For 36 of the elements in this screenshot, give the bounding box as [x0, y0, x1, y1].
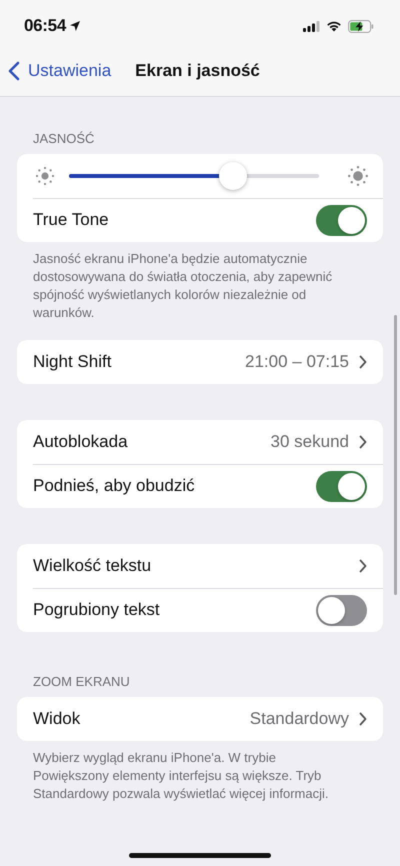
settings-row[interactable]: Autoblokada 30 sekund: [17, 420, 383, 464]
chevron-icon: [359, 355, 367, 369]
back-button[interactable]: Ustawienia: [8, 61, 112, 81]
bright-sun-icon: [347, 165, 369, 187]
settings-row[interactable]: Wielkość tekstu: [17, 544, 383, 588]
location-arrow-icon: [68, 20, 81, 32]
section-header: JASNOŚĆ: [32, 130, 96, 148]
section-header: ZOOM EKRANU: [32, 673, 131, 691]
section-footer: Jasność ekranu iPhone'a będzie automatycznie dostosowywana do światła otoczenia, aby zapewnić spójność wyświetlanych kolorów niezależnie od warunków.: [17, 242, 383, 322]
row-label: Widok: [33, 709, 80, 729]
row-value: Standardowy: [250, 709, 349, 729]
row-label: Pogrubiony tekst: [33, 600, 160, 620]
chevron-icon: [359, 435, 367, 449]
status-time: 06:54: [24, 16, 66, 36]
chevron-icon: [359, 712, 367, 726]
row-label: Autoblokada: [33, 432, 128, 452]
settings-row[interactable]: Widok Standardowy: [17, 697, 383, 741]
slider-thumb[interactable]: [218, 162, 247, 190]
row-value: 30 sekund: [270, 432, 349, 452]
dim-sun-icon: [35, 166, 55, 186]
back-chevron-icon[interactable]: [8, 61, 20, 81]
section-footer: Wybierz wygląd ekranu iPhone'a. W trybie Powiększony elementy interfejsu są większe. Tryb Standardowy pozwala wyświetlać więcej informacji.: [17, 741, 383, 803]
nav-title: Ekran i jasność: [135, 61, 260, 81]
row-label: Wielkość tekstu: [33, 556, 152, 576]
toggle-switch[interactable]: [316, 204, 367, 236]
signal-icon: [303, 20, 320, 32]
settings-row[interactable]: Night Shift 21:00 – 07:15: [17, 340, 383, 384]
toggle-switch[interactable]: [316, 470, 367, 502]
toggle-switch[interactable]: [316, 594, 367, 626]
row-label: True Tone: [33, 210, 109, 230]
row-label: Podnieś, aby obudzić: [33, 476, 195, 496]
chevron-icon: [359, 559, 367, 573]
wifi-icon: [326, 20, 342, 32]
row-value: 21:00 – 07:15: [245, 352, 349, 372]
row-label: Night Shift: [33, 352, 112, 372]
battery-charging-icon: [348, 20, 374, 32]
